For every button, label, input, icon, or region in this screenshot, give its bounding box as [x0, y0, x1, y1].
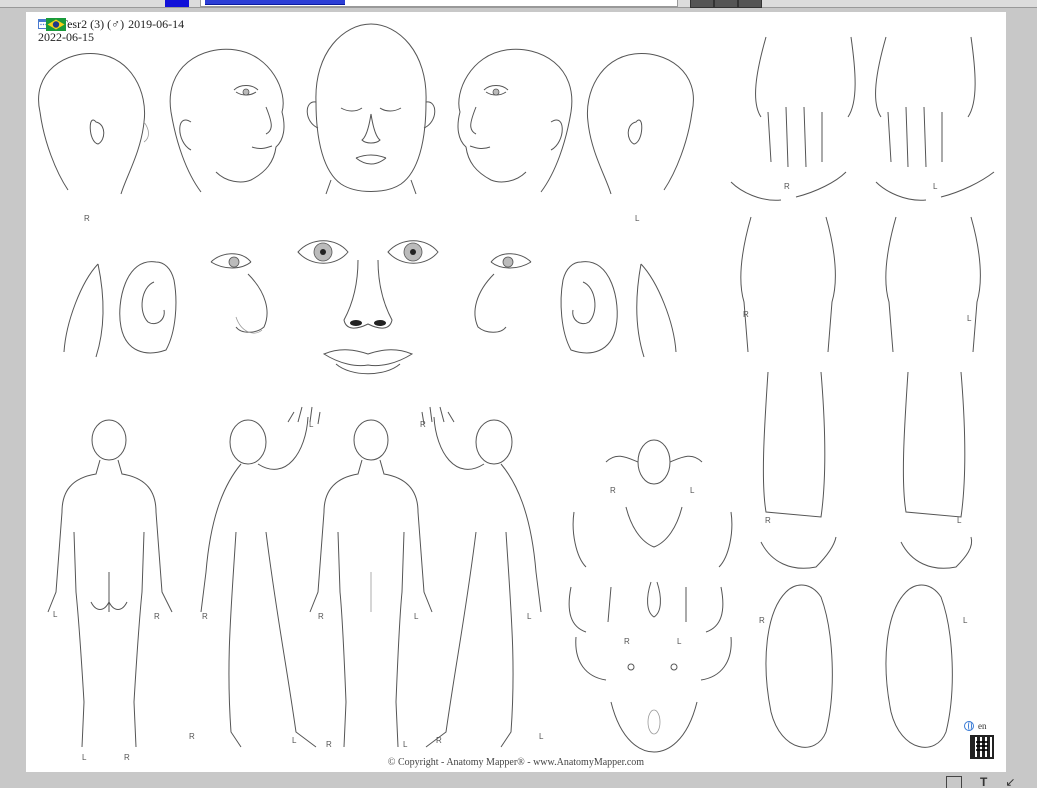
body-back[interactable]: [47, 419, 173, 748]
special-views[interactable]: [568, 439, 733, 753]
globe-icon: [964, 721, 974, 731]
toolbar-button-2[interactable]: [714, 0, 738, 8]
label-front-right: R: [318, 612, 324, 621]
label-foottop-r: R: [765, 516, 771, 525]
head-right-three-quarter[interactable]: [169, 48, 285, 193]
label-foot-l2: L: [403, 740, 408, 749]
label-sole-r: R: [759, 616, 765, 625]
language-code: en: [978, 721, 987, 731]
label-side-right: R: [202, 612, 208, 621]
label-hand-l: L: [933, 182, 938, 191]
vertical-scrollbar[interactable]: [1018, 12, 1037, 772]
visit-date: 2022-06-15: [38, 30, 94, 44]
head-left-back[interactable]: [586, 53, 694, 195]
label-top-r: R: [610, 486, 616, 495]
label-foot-right: R: [189, 732, 195, 741]
label-chest-l: L: [677, 637, 682, 646]
birth-date: 2019-06-14: [128, 17, 185, 31]
progress-slider[interactable]: [200, 0, 678, 7]
label-back-left: L: [53, 610, 58, 619]
label-back-right: R: [154, 612, 160, 621]
face-details[interactable]: [63, 240, 677, 375]
color-swatch-button[interactable]: [165, 0, 189, 7]
label-palm-l: L: [967, 314, 972, 323]
slider-fill: [205, 0, 345, 5]
bookmark-icon[interactable]: [946, 776, 962, 788]
label-foot-r2: R: [326, 740, 332, 749]
head-right-back[interactable]: [38, 53, 149, 195]
arrow-icon[interactable]: ↙: [1005, 776, 1015, 788]
label-sole-l: L: [963, 616, 968, 625]
anatomy-map-sheet[interactable]: Test Tesr2 (3) (♂) 2019-06-14 2022-06-15: [26, 12, 1006, 772]
label-palm-r: R: [743, 310, 749, 319]
toolbar-button-3[interactable]: [738, 0, 762, 8]
top-toolbar: [0, 0, 1037, 8]
text-size-icon[interactable]: T: [980, 776, 987, 788]
qr-code-icon: [970, 735, 994, 759]
patient-header: Test Tesr2 (3) (♂) 2019-06-14 2022-06-15: [38, 18, 184, 44]
label-arm-right: R: [420, 420, 426, 429]
label-right-head: R: [84, 214, 90, 223]
anatomy-drawing[interactable]: [26, 12, 1006, 772]
label-foot-left: L: [292, 736, 297, 745]
label-front-left: L: [414, 612, 419, 621]
hands-and-feet[interactable]: [730, 36, 995, 748]
toolbar-button-1[interactable]: [690, 0, 714, 8]
head-front[interactable]: [306, 23, 436, 195]
label-hand-r: R: [784, 182, 790, 191]
label-left-head: L: [635, 214, 640, 223]
head-left-three-quarter[interactable]: [457, 48, 573, 193]
body-right-side[interactable]: [200, 406, 321, 748]
label-side-left: L: [527, 612, 532, 621]
label-foot-l3: L: [539, 732, 544, 741]
label-chest-r: R: [624, 637, 630, 646]
bottom-toolbar: T ↙: [946, 776, 1015, 788]
label-arm-left: L: [309, 420, 314, 429]
body-front[interactable]: [309, 419, 433, 748]
body-left-side[interactable]: [421, 406, 542, 748]
language-selector[interactable]: en: [964, 721, 987, 731]
brazil-flag-icon: [46, 18, 66, 31]
copyright-notice: © Copyright - Anatomy Mapper® - www.Anat…: [387, 757, 645, 768]
label-foottop-l: L: [957, 516, 962, 525]
label-foot-r3: R: [436, 736, 442, 745]
label-top-l: L: [690, 486, 695, 495]
